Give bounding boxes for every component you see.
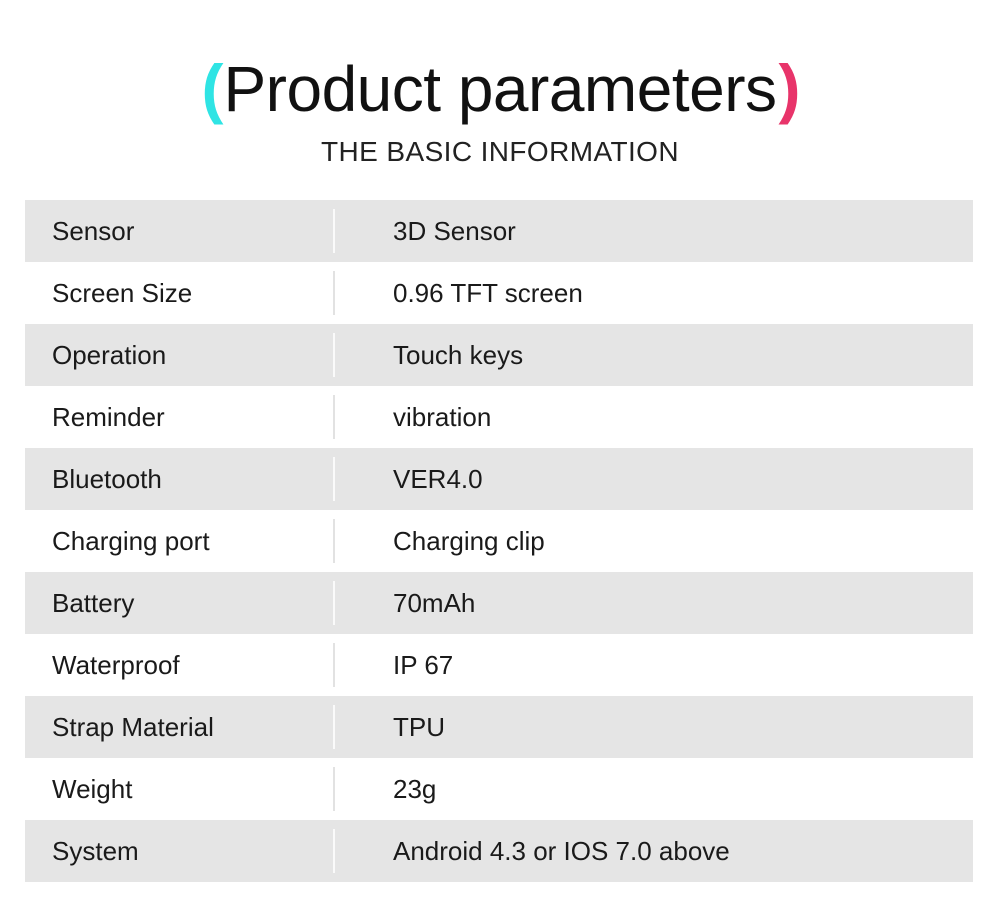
- spec-value-text: 3D Sensor: [393, 216, 516, 246]
- table-row: Sensor 3D Sensor: [25, 200, 973, 262]
- table-row: Weight 23g: [25, 758, 973, 820]
- spec-value-text: 23g: [393, 774, 437, 804]
- product-parameters-page: (Product parameters) THE BASIC INFORMATI…: [0, 0, 1000, 900]
- left-bracket-decoration: (: [201, 51, 224, 125]
- spec-value-text: 0.96 TFT screen: [393, 278, 583, 308]
- spec-parameter-label: Screen Size: [52, 278, 193, 308]
- table-row: Operation Touch keys: [25, 324, 973, 386]
- table-row: Charging port Charging clip: [25, 510, 973, 572]
- spec-value-text: Touch keys: [393, 340, 524, 370]
- page-header: (Product parameters) THE BASIC INFORMATI…: [0, 0, 1000, 169]
- spec-parameter-label: Weight: [52, 774, 133, 804]
- spec-parameter-label: Operation: [52, 340, 167, 370]
- spec-value-text: vibration: [393, 402, 492, 432]
- spec-parameter-label: Strap Material: [52, 712, 214, 742]
- spec-value-text: Android 4.3 or IOS 7.0 above: [393, 836, 730, 866]
- table-row: Screen Size 0.96 TFT screen: [25, 262, 973, 324]
- page-title-text: Product parameters: [223, 53, 777, 125]
- spec-parameter-label: Bluetooth: [52, 464, 162, 494]
- spec-parameter-label: Battery: [52, 588, 135, 618]
- table-row: Strap Material TPU: [25, 696, 973, 758]
- spec-parameter-label: System: [52, 836, 139, 866]
- page-subtitle: THE BASIC INFORMATION: [321, 136, 679, 167]
- spec-value-text: TPU: [393, 712, 445, 742]
- table-row: Battery 70mAh: [25, 572, 973, 634]
- spec-value-text: VER4.0: [393, 464, 483, 494]
- spec-parameter-label: Reminder: [52, 402, 165, 432]
- spec-parameter-label: Charging port: [52, 526, 210, 556]
- spec-value-text: Charging clip: [393, 526, 545, 556]
- table-row: System Android 4.3 or IOS 7.0 above: [25, 820, 973, 882]
- table-row: Waterproof IP 67: [25, 634, 973, 696]
- spec-parameter-label: Sensor: [52, 216, 135, 246]
- right-bracket-decoration: ): [778, 51, 801, 125]
- spec-value-text: IP 67: [393, 650, 454, 680]
- table-row: Reminder vibration: [25, 386, 973, 448]
- table-row: Bluetooth VER4.0: [25, 448, 973, 510]
- specification-table: Sensor 3D Sensor Screen Size 0.96 TFT scree…: [25, 200, 973, 882]
- spec-parameter-label: Waterproof: [52, 650, 180, 680]
- spec-value-text: 70mAh: [393, 588, 476, 618]
- page-title: (Product parameters): [0, 52, 1000, 125]
